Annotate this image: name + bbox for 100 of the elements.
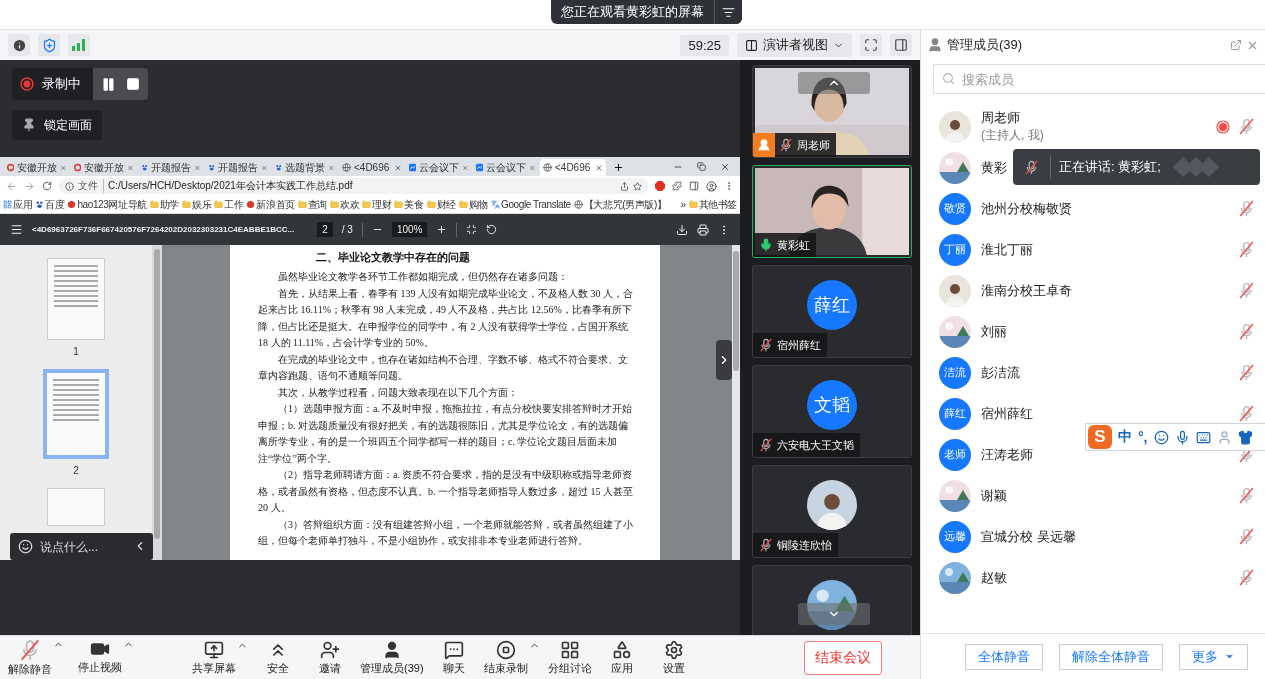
bookmark-label: 财经	[436, 197, 456, 212]
participant-name: 黄彩虹	[777, 237, 810, 253]
bookmark[interactable]: 其他书签	[688, 197, 737, 212]
toolbar-button[interactable]: 聊天	[431, 639, 476, 676]
toolbar-button[interactable]: 停止视频	[78, 638, 122, 675]
page-number: 1	[73, 346, 79, 357]
toolbar-button[interactable]: 结束录制	[483, 639, 528, 676]
browser-tab[interactable]: <4D696	[540, 159, 606, 176]
toolbar-button[interactable]: 共享屏幕	[192, 639, 236, 676]
bookmark-label: 娱乐	[192, 197, 212, 212]
participant-name: 周老师	[797, 137, 830, 153]
bookmark-label: 欢欢	[340, 197, 360, 212]
address-scheme: 文件	[78, 179, 104, 193]
bookmark[interactable]: 欢欢	[330, 197, 360, 212]
bookmark[interactable]: 助学	[149, 197, 179, 212]
chat-input[interactable]: 说点什么...	[10, 533, 153, 560]
bookmarks-overflow[interactable]: »	[680, 199, 686, 210]
toolbar-button[interactable]: 设置	[651, 639, 696, 676]
bookmark[interactable]: 新浪首页	[246, 197, 295, 212]
browser-tab[interactable]: <4D696	[339, 159, 405, 176]
browser-tab[interactable]: 安徽开放	[4, 159, 70, 176]
ime-option[interactable]: 中	[1118, 428, 1132, 446]
bookmark-label: 理财	[372, 197, 392, 212]
toolbar-button[interactable]: 分组讨论	[547, 639, 592, 676]
participant-name: 宿州薛红	[777, 337, 821, 353]
browser-tab[interactable]: 选题背景	[272, 159, 338, 176]
bookmark[interactable]: 美食	[394, 197, 424, 212]
toolbar-button[interactable]: 应用	[599, 639, 644, 676]
lock-screen-button[interactable]: 锁定画面	[12, 110, 102, 140]
bookmark[interactable]: 财经	[426, 197, 456, 212]
member-name[interactable]: 池州分校梅敬贤	[981, 199, 1072, 218]
member-name[interactable]: 刘丽	[981, 322, 1007, 341]
ime-option[interactable]: °,	[1138, 429, 1148, 445]
member-name[interactable]: 彭洁流	[981, 363, 1020, 382]
avatar-initials: 敬贤	[939, 192, 971, 225]
member-name[interactable]: 黄彩	[981, 158, 1007, 177]
bookmark-label: 美食	[404, 197, 424, 212]
member-name[interactable]: 宿州薛红	[981, 404, 1033, 423]
avatar-initials: 丁丽	[939, 233, 971, 266]
member-name[interactable]: 周老师	[981, 109, 1044, 127]
browser-tab[interactable]: 云会议下	[406, 159, 472, 176]
avatar-initials: 老师	[939, 438, 971, 471]
toolbar-button[interactable]: 安全	[256, 639, 300, 676]
participant-name: 铜陵连欣怡	[777, 537, 832, 553]
bookmark[interactable]: 查询	[297, 197, 327, 212]
bookmark[interactable]: 应用	[3, 197, 33, 212]
bookmark-label: 购物	[468, 197, 488, 212]
page-number: 2	[73, 465, 79, 476]
bookmark[interactable]: 娱乐	[182, 197, 212, 212]
address-bar[interactable]: 文件 C:/Users/HCH/Desktop/2021年会计本实践工作总结.pdf	[59, 178, 648, 194]
panel-button[interactable]: 解除全体静音	[1059, 643, 1163, 670]
toolbar-button[interactable]: 邀请	[308, 639, 352, 676]
document-title: <4D6963726F736F667420576F7264202D2032303231C4EABBE1BCC...	[32, 225, 295, 234]
tooltip-text: 正在讲话: 黄彩虹;	[1058, 158, 1162, 176]
browser-tab[interactable]: 开题报告	[138, 159, 204, 176]
zoom-field[interactable]: 100%	[391, 222, 428, 237]
member-name[interactable]: 淮南分校王卓奇	[981, 281, 1072, 300]
bookmark[interactable]: 百度	[35, 197, 65, 212]
toolbar-button[interactable]: 解除静音	[8, 638, 52, 677]
avatar-initials: 远馨	[939, 520, 971, 553]
page-number-field[interactable]: 2	[317, 222, 333, 237]
recording-label: 录制中	[42, 75, 81, 93]
bookmark-label: 助学	[159, 197, 179, 212]
member-role: (主持人, 我)	[981, 127, 1044, 144]
bookmark-label: 查询	[307, 197, 327, 212]
paragraph: 首先，从结果上看，春季有 139 人没有如期完成毕业论文，不及格人数 30 人，合起来占比 16.11%；秋季有 98 人未完成，49 人不及格，共占比 12.56%，比春季有所下降，但占比还是挺大。在申报学位的同学中，有 2 人没有获得学士学位，占国开系统 18 人的 11.11%，占会计学专业的 50%。	[258, 286, 634, 350]
member-name[interactable]: 谢颖	[981, 486, 1007, 505]
paragraph: 在完成的毕业论文中，也存在诸如结构不合理、字数不够、格式不符合要求、文章内容跑题、语句不通顺等问题。	[258, 352, 629, 383]
member-name[interactable]: 汪涛老师	[981, 445, 1033, 464]
bookmark-label: 应用	[13, 197, 33, 212]
more-button[interactable]: 更多	[1179, 643, 1248, 670]
paragraph: （2）指导老师聘请方面：a. 资质不符合要求，指的是没有中级职称或指导老师资格，或者虽然有资格，但态度不认真。b. 一个指导老师指导人数过多，超过 15 人甚至 20 人。	[258, 468, 634, 515]
bookmark[interactable]: 购物	[458, 197, 488, 212]
bookmark[interactable]: 工作	[214, 197, 244, 212]
panel-button[interactable]: 全体静音	[965, 643, 1043, 670]
member-name[interactable]: 淮北丁丽	[981, 240, 1033, 259]
member-name[interactable]: 赵敏	[981, 568, 1007, 587]
participant-name: 六安电大王文韬	[777, 437, 854, 453]
bookmark-label: 百度	[45, 197, 65, 212]
bookmark-label: 新浪首页	[256, 197, 295, 212]
ime-logo: S	[1088, 425, 1112, 449]
avatar-initials: 洁流	[939, 356, 971, 389]
end-meeting-button[interactable]: 结束会议	[804, 640, 882, 675]
avatar-initials: 薛红	[807, 280, 857, 330]
bookmark[interactable]: 理财	[362, 197, 392, 212]
section-heading: 二、毕业论文教学中存在的问题	[315, 250, 471, 265]
bookmark-label: 其他书签	[698, 197, 737, 212]
panel-title: 管理成员(39)	[947, 36, 1024, 54]
browser-tab[interactable]: 安徽开放	[71, 159, 137, 176]
view-dropdown[interactable]: 演讲者视图	[737, 33, 852, 57]
paragraph: （3）答辩组织方面：没有组建答辩小组，一个老师就能答辩，或者虽然组建了小组，但每个老师单打独斗，不是小组协作，或安排非本专业老师进行答辩。	[258, 517, 634, 548]
meeting-timer: 59:25	[680, 34, 729, 56]
member-name[interactable]: 宣城分校 吴远馨	[981, 527, 1076, 546]
browser-tab[interactable]: 开题报告	[205, 159, 271, 176]
search-field[interactable]: 搜索成员	[933, 64, 1265, 94]
paragraph: 虽然毕业论文教学各环节工作都如期完成，但仍然存在诸多问题：	[277, 270, 569, 284]
toolbar-button[interactable]: 管理成员(39)	[360, 639, 424, 676]
page-count: / 3	[341, 224, 353, 235]
address-url: C:/Users/HCH/Desktop/2021年会计本实践工作总结.pdf	[108, 179, 353, 193]
browser-tab[interactable]: 云会议下	[473, 159, 539, 176]
